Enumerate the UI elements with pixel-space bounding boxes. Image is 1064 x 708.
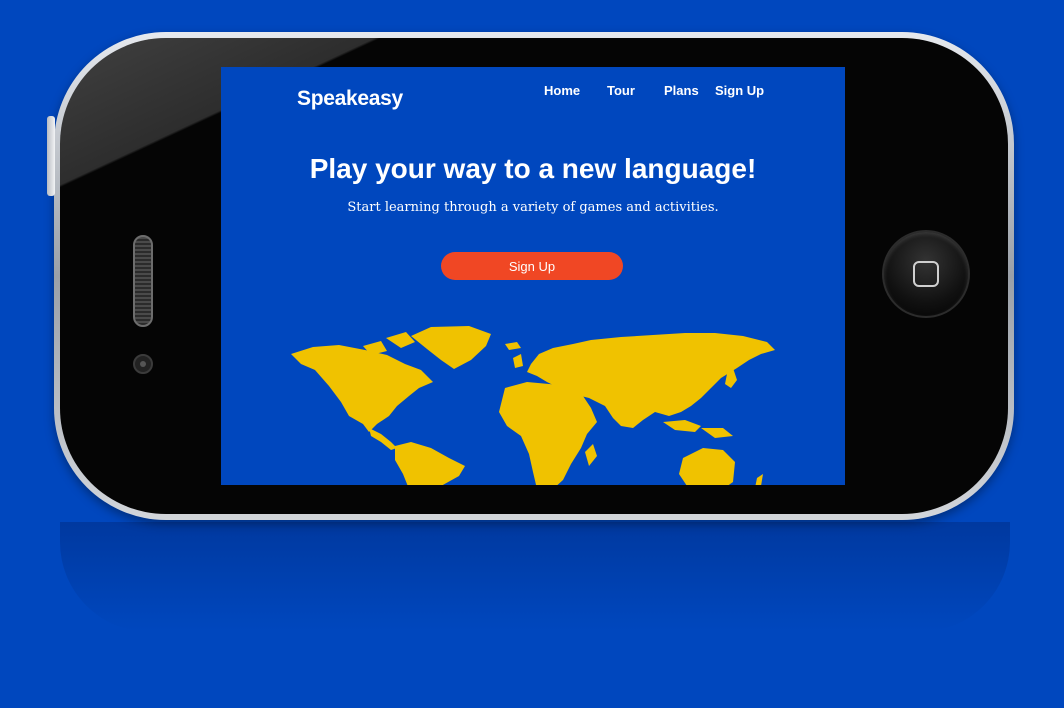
world-map	[291, 326, 775, 485]
main-nav: Home Tour Plans Sign Up	[221, 83, 845, 103]
home-button[interactable]	[882, 230, 970, 318]
speaker-grille	[133, 235, 153, 327]
app-screen: Speakeasy Home Tour Plans Sign Up Play y…	[221, 67, 845, 485]
hero-title: Play your way to a new language!	[309, 153, 757, 184]
hero-subtitle: Start learning through a variety of game…	[347, 200, 719, 215]
phone-reflection	[60, 522, 1010, 632]
nav-home[interactable]: Home	[544, 83, 580, 98]
nav-tour[interactable]: Tour	[607, 83, 635, 98]
nav-plans[interactable]: Plans	[664, 83, 699, 98]
volume-button	[47, 116, 55, 196]
camera-icon	[133, 354, 153, 374]
sign-up-button[interactable]: Sign Up	[441, 252, 623, 280]
home-square-icon	[913, 261, 939, 287]
nav-sign-up[interactable]: Sign Up	[715, 83, 764, 98]
